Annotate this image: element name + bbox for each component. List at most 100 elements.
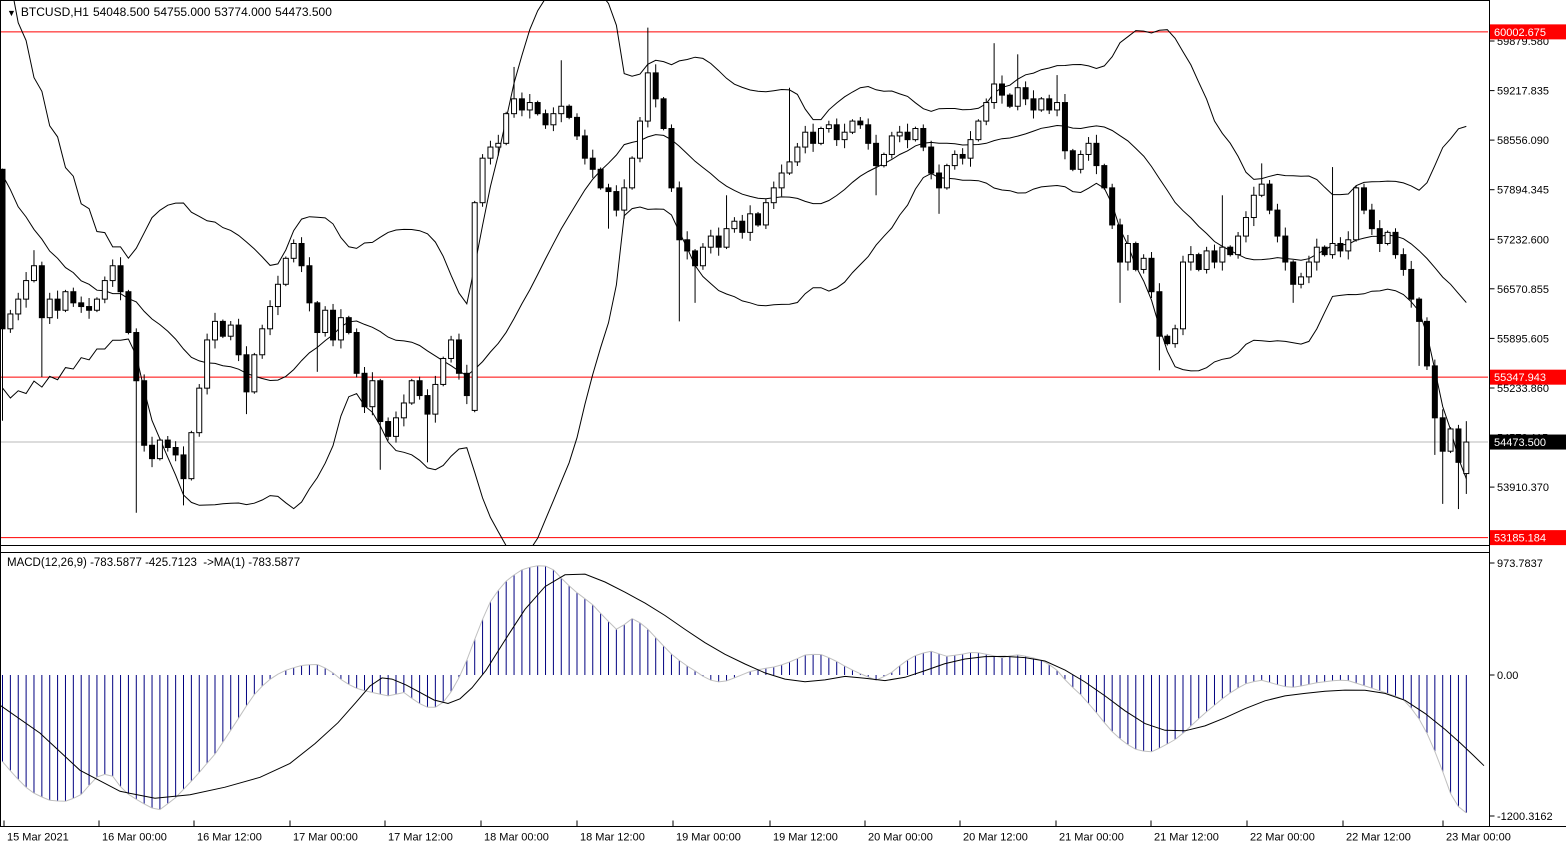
candle-body: [842, 132, 847, 139]
candle-body: [567, 106, 572, 117]
candle-body: [299, 243, 304, 265]
candle-body: [1055, 103, 1060, 110]
price-level-badge: 55347.943: [1490, 370, 1566, 385]
candle-body: [1409, 269, 1414, 299]
candle-body: [1039, 99, 1044, 110]
candle-body: [1228, 247, 1233, 254]
price-and-macd-chart[interactable]: 59879.58059217.83558556.09057894.3455723…: [0, 0, 1566, 850]
candle-body: [244, 355, 249, 392]
candle-body: [24, 281, 29, 300]
candle-body: [984, 103, 989, 122]
candle-body: [1149, 258, 1154, 291]
candle-body: [1417, 299, 1422, 321]
candle-body: [756, 214, 761, 225]
candle-body: [31, 266, 36, 281]
candle-body: [496, 143, 501, 147]
candle-body: [205, 340, 210, 388]
candle-body: [685, 240, 690, 251]
time-axis-tick-label: 17 Mar 00:00: [293, 832, 358, 844]
candle-body: [1212, 251, 1217, 262]
candle-body: [291, 243, 296, 258]
time-axis-tick-label: 20 Mar 00:00: [868, 832, 933, 844]
candle-body: [527, 103, 532, 110]
candle-body: [338, 318, 343, 340]
candle-body: [1283, 236, 1288, 262]
candle-body: [1015, 88, 1020, 107]
candle-body: [637, 121, 642, 158]
candle-body: [1243, 218, 1248, 237]
time-axis-tick-label: 15 Mar 2021: [7, 832, 69, 844]
price-axis-tick-label: 56570.855: [1497, 284, 1549, 296]
candle-body: [779, 173, 784, 188]
candle-body: [606, 188, 611, 192]
candle-body: [1196, 255, 1201, 270]
candle-body: [1464, 442, 1469, 474]
candle-body: [346, 318, 351, 333]
candle-body: [881, 154, 886, 165]
candle-body: [787, 162, 792, 173]
candle-body: [1007, 95, 1012, 106]
candle-body: [630, 158, 635, 188]
symbol-dropdown-icon[interactable]: ▼: [7, 8, 16, 18]
candle-body: [165, 440, 170, 447]
candle-body: [834, 125, 839, 140]
candle-body: [331, 310, 336, 340]
candle-body: [1165, 336, 1170, 343]
price-level-badge-text: 60002.675: [1494, 27, 1546, 39]
candle-body: [394, 418, 399, 437]
candle-body: [1173, 329, 1178, 344]
price-axis-tick-label: 57894.345: [1497, 185, 1549, 197]
candle-body: [1377, 229, 1382, 244]
candle-body: [480, 158, 485, 203]
ohlc-close-value: 54473.500: [275, 5, 332, 19]
candle-body: [252, 355, 257, 392]
candle-body: [362, 373, 367, 406]
candle-body: [433, 384, 438, 414]
candle-body: [724, 229, 729, 248]
candle-body: [653, 73, 658, 99]
candle-body: [897, 132, 902, 136]
candle-body: [905, 132, 910, 139]
price-axis-tick-label: 53910.370: [1497, 482, 1549, 494]
candle-body: [960, 154, 965, 158]
candle-body: [1259, 184, 1264, 195]
candle-body: [464, 373, 469, 395]
candle-body: [1322, 247, 1327, 254]
candle-body: [818, 129, 823, 144]
candle-body: [614, 192, 619, 211]
candle-body: [354, 333, 359, 374]
time-axis-tick-label: 22 Mar 12:00: [1346, 832, 1411, 844]
candle-body: [803, 132, 808, 147]
candle-body: [763, 203, 768, 225]
price-level-badge-text: 55347.943: [1494, 372, 1546, 384]
candle-body: [1204, 251, 1209, 270]
candle-body: [55, 299, 60, 310]
candle-body: [1401, 255, 1406, 270]
candle-body: [1251, 195, 1256, 217]
current-price-badge: 54473.500: [1490, 435, 1566, 450]
candle-body: [1094, 143, 1099, 165]
symbol-timeframe-label: BTCUSD,H1: [21, 5, 89, 19]
candle-body: [559, 106, 564, 113]
candle-body: [63, 292, 68, 311]
candle-body: [874, 143, 879, 165]
candle-body: [378, 381, 383, 422]
ohlc-low-value: 53774.000: [214, 5, 271, 19]
candle-body: [425, 396, 430, 415]
candle-body: [16, 299, 21, 314]
candle-body: [1157, 292, 1162, 337]
candle-body: [197, 388, 202, 433]
candle-body: [748, 214, 753, 233]
candle-body: [999, 84, 1004, 95]
candle-body: [661, 99, 666, 129]
candle-body: [142, 381, 147, 446]
candle-body: [1369, 210, 1374, 229]
candle-body: [87, 307, 92, 311]
candle-body: [732, 221, 737, 228]
candle-body: [8, 314, 13, 329]
candle-body: [1141, 258, 1146, 269]
macd-axis-tick-label: 0.00: [1497, 670, 1518, 682]
candle-body: [220, 321, 225, 336]
time-axis-tick-label: 19 Mar 12:00: [773, 832, 838, 844]
candle-body: [622, 188, 627, 210]
